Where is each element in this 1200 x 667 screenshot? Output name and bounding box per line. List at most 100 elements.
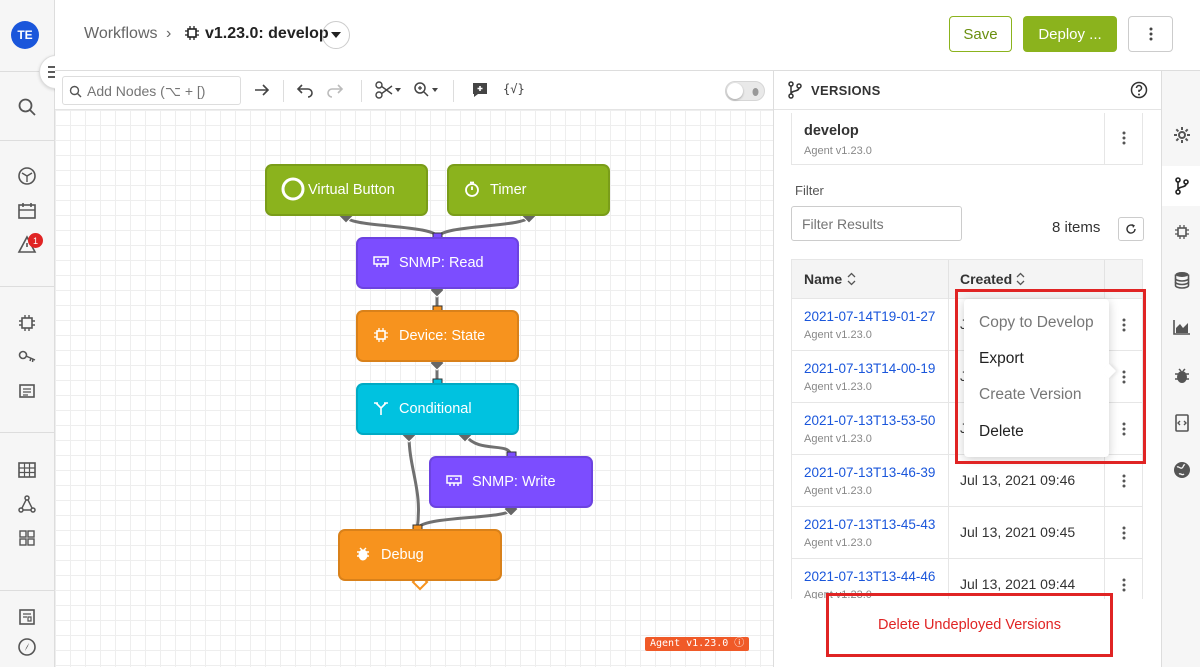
node-timer[interactable]: Timer [447, 164, 610, 216]
undo-icon[interactable] [295, 81, 315, 104]
kebab-icon[interactable] [1122, 131, 1126, 145]
zoom-icon[interactable] [413, 81, 441, 104]
workflow-canvas[interactable]: Virtual Button Timer SNMP: Read Device: … [55, 110, 773, 667]
database-icon[interactable] [1169, 267, 1195, 293]
toolbar-divider [283, 80, 284, 102]
comment-add-icon[interactable] [471, 81, 489, 104]
version-agent: Agent v1.23.0 [804, 537, 872, 549]
current-version-row[interactable]: develop Agent v1.23.0 [791, 113, 1143, 165]
filter-input[interactable] [791, 206, 962, 241]
delete-undeployed-button[interactable]: Delete Undeployed Versions [826, 593, 1113, 657]
node-snmp-read[interactable]: SNMP: Read [356, 237, 519, 289]
highlight-box-menu [955, 289, 1146, 464]
connection-line [415, 507, 513, 531]
cube-icon[interactable] [14, 163, 40, 189]
search-icon[interactable] [14, 94, 40, 120]
chip-icon [372, 327, 390, 346]
kebab-icon[interactable] [1122, 526, 1126, 540]
version-name-link[interactable]: 2021-07-13T13-44-46 [804, 569, 935, 584]
agent-version-tag[interactable]: Agent v1.23.0 ⓘ [645, 637, 750, 651]
breadcrumb-separator: › [166, 25, 172, 42]
breadcrumb-workflows[interactable]: Workflows [84, 25, 158, 43]
sort-icon[interactable] [1016, 272, 1025, 286]
table-icon[interactable] [14, 457, 40, 483]
puzzle-icon[interactable] [14, 525, 40, 551]
kebab-icon[interactable] [1122, 474, 1126, 488]
deploy-button[interactable]: Deploy ... [1023, 16, 1117, 52]
dashboard-icon[interactable] [14, 198, 40, 224]
nav-divider [0, 590, 55, 591]
kebab-icon[interactable] [1122, 578, 1126, 592]
left-nav: TE 1 [0, 0, 55, 667]
branch-icon [372, 400, 390, 419]
node-device-state[interactable]: Device: State [356, 310, 519, 362]
more-options-button[interactable] [1128, 16, 1173, 52]
compass-icon[interactable] [14, 634, 40, 660]
version-agent: Agent v1.23.0 [804, 381, 872, 393]
add-nodes-input[interactable] [87, 80, 237, 101]
refresh-button[interactable] [1118, 217, 1144, 241]
version-agent: Agent v1.23.0 [804, 433, 872, 445]
redo-icon[interactable] [325, 81, 345, 104]
panel-title: VERSIONS [811, 83, 881, 98]
code-file-icon[interactable] [1169, 410, 1195, 436]
column-divider [948, 299, 949, 599]
nav-divider [0, 432, 55, 433]
node-label: Conditional [399, 401, 472, 417]
version-name-link[interactable]: 2021-07-13T13-45-43 [804, 517, 935, 532]
nav-divider [0, 140, 55, 141]
workflow-chip-icon [184, 25, 200, 46]
version-created: Jul 13, 2021 09:44 [960, 576, 1076, 592]
arrow-right-icon[interactable] [253, 81, 271, 104]
user-avatar[interactable]: TE [11, 21, 39, 49]
area-chart-icon[interactable] [1169, 314, 1195, 340]
save-button[interactable]: Save [949, 16, 1012, 52]
chip-icon[interactable] [1169, 219, 1195, 245]
network-icon[interactable] [14, 491, 40, 517]
version-name-link[interactable]: 2021-07-13T13-46-39 [804, 465, 935, 480]
notebook-icon[interactable] [14, 378, 40, 404]
table-row[interactable]: 2021-07-13T13-45-43 Agent v1.23.0 Jul 13… [792, 507, 1142, 559]
circle-icon [281, 177, 305, 204]
stopwatch-icon [463, 181, 481, 200]
scissors-icon[interactable] [375, 81, 403, 104]
right-icon-bar [1161, 71, 1200, 667]
bug-icon[interactable] [1169, 363, 1195, 389]
expression-button[interactable]: {√} [503, 82, 525, 96]
workflow-dropdown-button[interactable] [322, 21, 350, 49]
node-label: SNMP: Read [399, 255, 484, 271]
connection-line [463, 433, 513, 458]
git-branch-icon[interactable] [1169, 173, 1195, 199]
help-icon[interactable] [1130, 81, 1148, 99]
key-icon[interactable] [14, 344, 40, 370]
node-label: SNMP: Write [472, 474, 556, 490]
column-created[interactable]: Created [960, 271, 1012, 287]
filter-label: Filter [795, 183, 824, 198]
node-virtual-button[interactable]: Virtual Button [265, 164, 428, 216]
current-version-agent: Agent v1.23.0 [804, 145, 872, 157]
column-divider [948, 260, 949, 300]
version-name-link[interactable]: 2021-07-14T19-01-27 [804, 309, 935, 324]
canvas-toolbar: {√} [55, 71, 773, 110]
node-snmp-write[interactable]: SNMP: Write [429, 456, 593, 508]
node-label: Timer [490, 182, 527, 198]
column-name[interactable]: Name [804, 271, 842, 287]
node-label: Virtual Button [308, 182, 395, 198]
version-agent: Agent v1.23.0 [804, 485, 872, 497]
add-nodes-search[interactable] [62, 76, 241, 105]
sort-icon[interactable] [847, 272, 856, 286]
node-debug[interactable]: Debug [338, 529, 502, 581]
chip-icon[interactable] [14, 310, 40, 336]
gear-icon[interactable] [1169, 122, 1195, 148]
version-name-link[interactable]: 2021-07-13T14-00-19 [804, 361, 935, 376]
row-divider [1104, 113, 1105, 165]
version-agent: Agent v1.23.0 [804, 329, 872, 341]
version-name-link[interactable]: 2021-07-13T13-53-50 [804, 413, 935, 428]
node-label: Device: State [399, 328, 486, 344]
node-conditional[interactable]: Conditional [356, 383, 519, 435]
globe-icon[interactable] [1169, 457, 1195, 483]
debug-toggle[interactable] [725, 81, 765, 101]
toggle-knob [727, 83, 743, 99]
docs-icon[interactable] [14, 604, 40, 630]
caret-down-icon [331, 32, 341, 38]
